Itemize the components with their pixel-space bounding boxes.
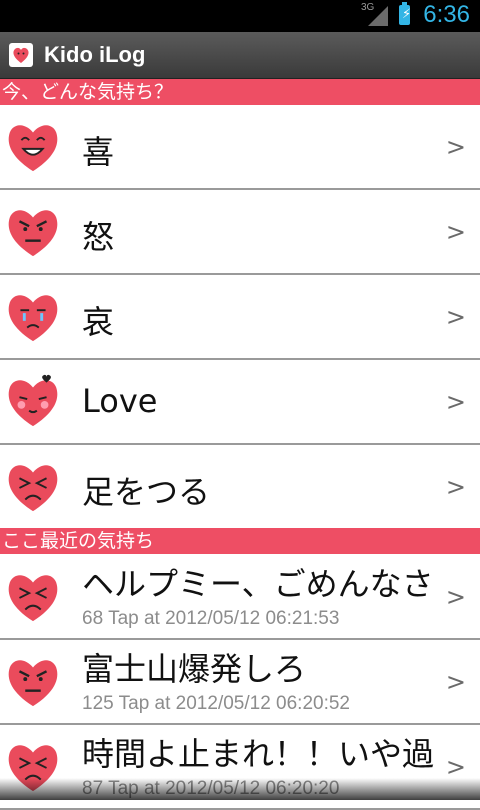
mood-label: 喜: [82, 133, 115, 171]
recent-meta: 68 Tap at 2012/05/12 06:21:53: [82, 608, 340, 629]
cramp-face-icon: [8, 465, 58, 512]
recent-text: ヘルプミー、ごめんなさ: [82, 565, 434, 603]
love-face-icon: [8, 374, 58, 427]
recent-meta: 125 Tap at 2012/05/12 06:20:52: [82, 693, 351, 714]
mood-label: 哀: [82, 303, 115, 341]
app-title: Kido iLog: [44, 42, 146, 67]
recent-item[interactable]: 富士山爆発しろ 125 Tap at 2012/05/12 06:20:52 >: [0, 640, 480, 725]
mood-item-love[interactable]: Love >: [0, 360, 480, 445]
mood-label: 足をつる: [82, 473, 211, 511]
signal-icon: [368, 6, 388, 26]
mood-item-sad[interactable]: 哀 >: [0, 275, 480, 360]
sad-face-icon: [8, 295, 58, 342]
cramp-face-icon: [8, 745, 58, 792]
chevron-right-icon: >: [445, 668, 466, 696]
section-header-recent: ここ最近の気持ち: [0, 528, 480, 554]
chevron-right-icon: >: [445, 473, 466, 501]
mood-item-angry[interactable]: 怒 >: [0, 190, 480, 275]
clock: 6:36: [423, 1, 470, 28]
mood-item-cramp[interactable]: 足をつる >: [0, 445, 480, 530]
chevron-right-icon: >: [445, 303, 466, 331]
recent-meta: 87 Tap at 2012/05/12 06:20:20: [82, 778, 340, 799]
mood-label: 怒: [82, 218, 115, 256]
angry-face-icon: [8, 660, 58, 707]
action-bar: Kido iLog: [0, 32, 480, 79]
status-bar: 3G ⚡ 6:36: [0, 0, 480, 32]
recent-text: 時間よ止まれ！！いや過: [82, 735, 435, 773]
charging-icon: ⚡: [402, 7, 412, 22]
recent-text: 富士山爆発しろ: [82, 650, 307, 688]
mood-label: Love: [82, 382, 158, 420]
recent-item[interactable]: ヘルプミー、ごめんなさ 68 Tap at 2012/05/12 06:21:5…: [0, 555, 480, 640]
cramp-face-icon: [8, 575, 58, 622]
app-icon: [9, 43, 33, 67]
recent-item[interactable]: 時間よ止まれ！！いや過 87 Tap at 2012/05/12 06:20:2…: [0, 725, 480, 810]
section-header-mood: 今、どんな気持ち？: [0, 79, 480, 105]
chevron-right-icon: >: [445, 388, 466, 416]
chevron-right-icon: >: [445, 583, 466, 611]
happy-face-icon: [8, 125, 58, 172]
angry-face-icon: [8, 210, 58, 257]
chevron-right-icon: >: [445, 133, 466, 161]
chevron-right-icon: >: [445, 218, 466, 246]
mood-item-happy[interactable]: 喜 >: [0, 105, 480, 190]
chevron-right-icon: >: [445, 753, 466, 781]
